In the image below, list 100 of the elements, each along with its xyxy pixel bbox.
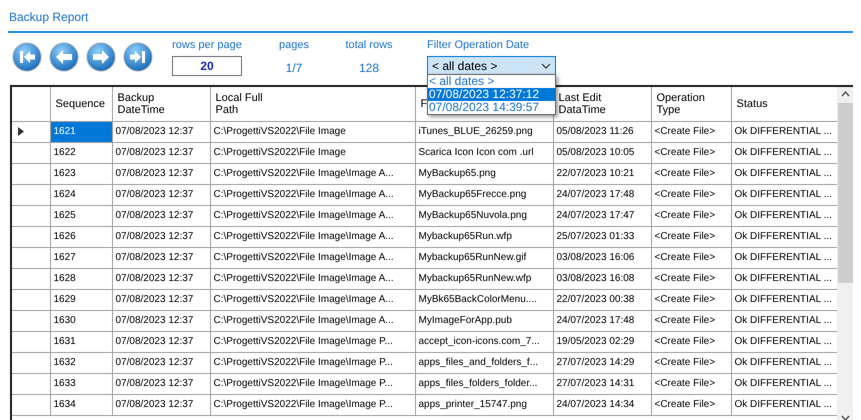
last-page-button[interactable] xyxy=(123,42,153,72)
scrollbar-thumb[interactable] xyxy=(838,103,852,283)
table-cell: <Create File> xyxy=(651,394,731,415)
table-cell: 1631 xyxy=(50,331,112,352)
table-cell: Mybackup65RunNew.gif xyxy=(415,247,553,268)
table-cell: 19/05/2023 02:29 xyxy=(553,331,651,352)
table-cell: 25/07/2023 01:33 xyxy=(553,226,651,247)
table-cell: 07/08/2023 12:37 xyxy=(112,163,210,184)
table-cell: Mybackup65Run.wfp xyxy=(415,226,553,247)
table-cell: 1622 xyxy=(50,142,112,163)
table-cell: 22/07/2023 10:21 xyxy=(553,163,651,184)
scroll-up-icon[interactable] xyxy=(840,91,850,97)
table-cell: 1634 xyxy=(50,394,112,415)
table-cell: 05/08/2023 11:26 xyxy=(553,121,651,142)
table-cell: C:\ProgettiVS2022\File Image\Image A... xyxy=(210,268,415,289)
table-cell: 24/07/2023 17:48 xyxy=(553,184,651,205)
table-cell: accept_icon-icons.com_7... xyxy=(415,331,553,352)
table-cell: 1621 xyxy=(50,121,112,142)
table-cell: 1632 xyxy=(50,352,112,373)
scroll-down-icon[interactable] xyxy=(840,415,850,420)
table-cell: 07/08/2023 12:37 xyxy=(112,373,210,394)
table-cell: apps_printer_15747.png xyxy=(415,394,553,415)
table-cell: 1628 xyxy=(50,268,112,289)
table-cell: <Create File> xyxy=(651,142,731,163)
table-cell: C:\ProgettiVS2022\File Image\Image P... xyxy=(210,352,415,373)
table-cell: 03/08/2023 16:06 xyxy=(553,247,651,268)
table-cell: <Create File> xyxy=(651,121,731,142)
table-cell: MyBackup65Frecce.png xyxy=(415,184,553,205)
pages-value: 1/7 xyxy=(286,60,302,76)
table-cell: <Create File> xyxy=(651,310,731,331)
date-option[interactable]: 07/08/2023 14:39:57 xyxy=(428,101,555,114)
table-cell: <Create File> xyxy=(651,373,731,394)
table-cell: 1623 xyxy=(50,163,112,184)
total-rows-label: total rows xyxy=(345,38,393,53)
table-cell: C:\ProgettiVS2022\File Image xyxy=(210,142,415,163)
table-cell: C:\ProgettiVS2022\File Image\Image P... xyxy=(210,394,415,415)
table-cell: <Create File> xyxy=(651,331,731,352)
rows-per-page-field[interactable]: 20 xyxy=(172,56,242,76)
table-cell: 07/08/2023 12:37 xyxy=(112,352,210,373)
date-filter-dropdown[interactable]: < all dates > xyxy=(427,56,556,76)
table-cell: Mybackup65RunNew.wfp xyxy=(415,268,553,289)
table-cell: <Create File> xyxy=(651,205,731,226)
filter-label: Filter Operation Date xyxy=(427,38,530,53)
table-cell: 24/07/2023 17:47 xyxy=(553,205,651,226)
chevron-down-icon xyxy=(541,63,551,69)
rows-per-page-label: rows per page xyxy=(172,38,242,53)
table-cell: C:\ProgettiVS2022\File Image\Image A... xyxy=(210,226,415,247)
table-cell: C:\ProgettiVS2022\File Image\Image P... xyxy=(210,331,415,352)
date-option[interactable]: 07/08/2023 12:37:12 xyxy=(428,88,555,101)
table-cell: apps_files_folders_folder... xyxy=(415,373,553,394)
table-cell: 07/08/2023 12:37 xyxy=(112,331,210,352)
table-cell: 27/07/2023 14:29 xyxy=(553,352,651,373)
table-cell: 07/08/2023 12:37 xyxy=(112,184,210,205)
table-cell: 1624 xyxy=(50,184,112,205)
table-cell: <Create File> xyxy=(651,226,731,247)
table-cell: C:\ProgettiVS2022\File Image\Image A... xyxy=(210,247,415,268)
table-cell: <Create File> xyxy=(651,184,731,205)
total-rows-value: 128 xyxy=(358,60,380,76)
previous-page-button[interactable] xyxy=(49,42,79,72)
table-cell: MyBackup65Nuvola.png xyxy=(415,205,553,226)
table-cell: C:\ProgettiVS2022\File Image\Image A... xyxy=(210,205,415,226)
pages-label: pages xyxy=(279,38,309,53)
first-page-button[interactable] xyxy=(12,42,42,72)
table-cell: 24/07/2023 14:34 xyxy=(553,394,651,415)
table-cell: MyBk65BackColorMenu.... xyxy=(415,289,553,310)
table-cell: 07/08/2023 12:37 xyxy=(112,205,210,226)
table-cell: Scarica Icon Icon com .url xyxy=(415,142,553,163)
table-cell: C:\ProgettiVS2022\File Image\Image A... xyxy=(210,163,415,184)
scrollbar[interactable] xyxy=(837,87,853,420)
table-cell: 07/08/2023 12:37 xyxy=(112,268,210,289)
date-option[interactable]: < all dates > xyxy=(428,75,555,88)
table-cell: C:\ProgettiVS2022\File Image xyxy=(210,121,415,142)
table-cell: C:\ProgettiVS2022\File Image\Image A... xyxy=(210,184,415,205)
table-cell: C:\ProgettiVS2022\File Image\Image A... xyxy=(210,289,415,310)
table-cell: 07/08/2023 12:37 xyxy=(112,310,210,331)
table-cell: 03/08/2023 16:08 xyxy=(553,268,651,289)
table-cell: 07/08/2023 12:37 xyxy=(112,142,210,163)
next-page-button[interactable] xyxy=(86,42,116,72)
table-cell: 27/07/2023 14:31 xyxy=(553,373,651,394)
table-cell: 07/08/2023 12:37 xyxy=(112,247,210,268)
table-cell: 24/07/2023 17:48 xyxy=(553,310,651,331)
table-cell: 07/08/2023 12:37 xyxy=(112,226,210,247)
table-cell: 1627 xyxy=(50,247,112,268)
table-cell: 1625 xyxy=(50,205,112,226)
report-title: Backup Report xyxy=(8,10,88,24)
table-cell: 1633 xyxy=(50,373,112,394)
table-cell: 07/08/2023 12:37 xyxy=(112,289,210,310)
table-cell: C:\ProgettiVS2022\File Image\Image P... xyxy=(210,373,415,394)
table-cell: 05/08/2023 10:05 xyxy=(553,142,651,163)
table-cell: <Create File> xyxy=(651,352,731,373)
table-cell: MyBackup65.png xyxy=(415,163,553,184)
table-cell: apps_files_and_folders_f... xyxy=(415,352,553,373)
table-cell: 07/08/2023 12:37 xyxy=(112,121,210,142)
table-cell: MyImageForApp.pub xyxy=(415,310,553,331)
table-cell: 22/07/2023 00:38 xyxy=(553,289,651,310)
table-cell: C:\ProgettiVS2022\File Image\Image A... xyxy=(210,310,415,331)
table-cell: iTunes_BLUE_26259.png xyxy=(415,121,553,142)
table-cell: 1626 xyxy=(50,226,112,247)
table-cell: 07/08/2023 12:37 xyxy=(112,394,210,415)
table-cell: <Create File> xyxy=(651,289,731,310)
